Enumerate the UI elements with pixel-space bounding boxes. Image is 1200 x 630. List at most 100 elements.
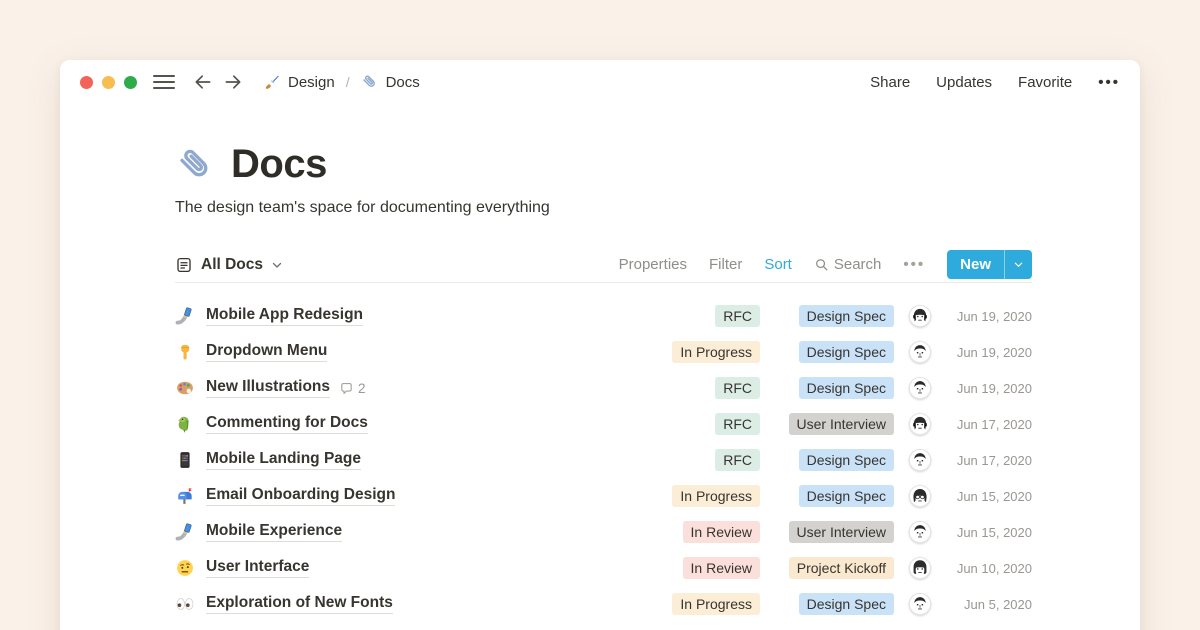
favorite-button[interactable]: Favorite bbox=[1018, 74, 1072, 91]
doc-title-link[interactable]: Commenting for Docs bbox=[206, 414, 368, 434]
table-row[interactable]: Exploration of New Fonts In Progress Desig… bbox=[175, 586, 1032, 622]
type-cell: Design Spec bbox=[772, 377, 894, 399]
top-nav: Share Updates Favorite ••• bbox=[870, 74, 1120, 91]
type-tag[interactable]: Design Spec bbox=[799, 341, 894, 363]
doc-title-cell: New Illustrations 2 bbox=[206, 378, 658, 398]
mobile-phone-icon bbox=[175, 450, 195, 470]
breadcrumb-item-design[interactable]: Design bbox=[288, 74, 335, 91]
status-tag[interactable]: In Review bbox=[683, 521, 760, 543]
properties-button[interactable]: Properties bbox=[619, 256, 687, 273]
doc-title-link[interactable]: Mobile Landing Page bbox=[206, 450, 361, 470]
table-row[interactable]: Commenting for Docs RFC User Interview Jun … bbox=[175, 406, 1032, 442]
share-button[interactable]: Share bbox=[870, 74, 910, 91]
type-tag[interactable]: User Interview bbox=[789, 413, 894, 435]
row-date: Jun 17, 2020 bbox=[946, 417, 1032, 432]
row-date: Jun 19, 2020 bbox=[946, 381, 1032, 396]
doc-list-icon bbox=[175, 256, 193, 274]
type-tag[interactable]: Design Spec bbox=[799, 593, 894, 615]
new-button[interactable]: New bbox=[947, 250, 1032, 279]
new-button-label[interactable]: New bbox=[947, 250, 1004, 279]
more-options-icon[interactable]: ••• bbox=[1098, 74, 1120, 91]
zoom-window-button[interactable] bbox=[124, 76, 137, 89]
selfie-icon bbox=[175, 522, 195, 542]
doc-title-link[interactable]: Mobile Experience bbox=[206, 522, 342, 542]
toolbar-more-icon[interactable]: ••• bbox=[903, 256, 925, 273]
doc-title-link[interactable]: User Interface bbox=[206, 558, 309, 578]
traffic-lights bbox=[80, 76, 137, 89]
type-cell: Design Spec bbox=[772, 449, 894, 471]
type-tag[interactable]: Project Kickoff bbox=[789, 557, 894, 579]
status-tag[interactable]: RFC bbox=[715, 305, 760, 327]
mailbox-icon bbox=[175, 486, 195, 506]
parrot-icon bbox=[175, 414, 195, 434]
type-tag[interactable]: User Interview bbox=[789, 521, 894, 543]
row-date: Jun 19, 2020 bbox=[946, 345, 1032, 360]
doc-title-link[interactable]: Dropdown Menu bbox=[206, 342, 327, 362]
row-date: Jun 19, 2020 bbox=[946, 309, 1032, 324]
type-cell: Design Spec bbox=[772, 341, 894, 363]
new-button-caret[interactable] bbox=[1004, 250, 1032, 279]
page-title: Docs bbox=[231, 142, 327, 187]
type-cell: Design Spec bbox=[772, 485, 894, 507]
minimize-window-button[interactable] bbox=[102, 76, 115, 89]
avatar-woman-headphones bbox=[909, 413, 931, 435]
status-tag[interactable]: RFC bbox=[715, 449, 760, 471]
updates-button[interactable]: Updates bbox=[936, 74, 992, 91]
doc-title-cell: Mobile Experience bbox=[206, 522, 658, 542]
table-row[interactable]: Dropdown Menu In Progress Design Spec Jun 1… bbox=[175, 334, 1032, 370]
status-tag[interactable]: RFC bbox=[715, 377, 760, 399]
type-tag[interactable]: Design Spec bbox=[799, 485, 894, 507]
breadcrumb: Design / Docs bbox=[263, 73, 420, 91]
status-cell: RFC bbox=[658, 377, 760, 399]
type-tag[interactable]: Design Spec bbox=[799, 377, 894, 399]
doc-title-link[interactable]: Email Onboarding Design bbox=[206, 486, 395, 506]
status-tag[interactable]: In Progress bbox=[672, 593, 760, 615]
table-row[interactable]: Mobile Experience In Review User Interview… bbox=[175, 514, 1032, 550]
table-row[interactable]: New Illustrations 2 RFC Design Spec Jun 19, … bbox=[175, 370, 1032, 406]
avatar-man bbox=[909, 521, 931, 543]
doc-title-link[interactable]: Exploration of New Fonts bbox=[206, 594, 393, 614]
status-cell: In Progress bbox=[658, 341, 760, 363]
breadcrumb-item-docs[interactable]: Docs bbox=[386, 74, 420, 91]
status-tag[interactable]: RFC bbox=[715, 413, 760, 435]
doc-title-cell: Exploration of New Fonts bbox=[206, 594, 658, 614]
avatar-man bbox=[909, 341, 931, 363]
doc-title-link[interactable]: New Illustrations bbox=[206, 378, 330, 398]
status-tag[interactable]: In Progress bbox=[672, 341, 760, 363]
type-tag[interactable]: Design Spec bbox=[799, 305, 894, 327]
back-arrow-icon[interactable] bbox=[193, 72, 213, 92]
status-cell: RFC bbox=[658, 305, 760, 327]
type-tag[interactable]: Design Spec bbox=[799, 449, 894, 471]
status-cell: In Review bbox=[658, 557, 760, 579]
doc-title-cell: Commenting for Docs bbox=[206, 414, 658, 434]
paperclip-icon bbox=[175, 144, 217, 186]
comment-count: 2 bbox=[339, 381, 366, 396]
docs-table: Mobile App Redesign RFC Design Spec Jun 19,… bbox=[175, 298, 1032, 622]
status-cell: In Review bbox=[658, 521, 760, 543]
search-button[interactable]: Search bbox=[814, 256, 882, 273]
close-window-button[interactable] bbox=[80, 76, 93, 89]
menu-icon[interactable] bbox=[153, 75, 175, 89]
forward-arrow-icon[interactable] bbox=[223, 72, 243, 92]
chevron-down-icon bbox=[1013, 259, 1024, 270]
search-icon bbox=[814, 257, 829, 272]
table-row[interactable]: Email Onboarding Design In Progress Design… bbox=[175, 478, 1032, 514]
avatar-man bbox=[909, 449, 931, 471]
table-row[interactable]: User InterfaceIn ReviewProject KickoffJu… bbox=[175, 550, 1032, 586]
sort-button[interactable]: Sort bbox=[764, 256, 792, 273]
status-tag[interactable]: In Progress bbox=[672, 485, 760, 507]
doc-title-cell: Dropdown Menu bbox=[206, 342, 658, 362]
status-tag[interactable]: In Review bbox=[683, 557, 760, 579]
status-cell: In Progress bbox=[658, 485, 760, 507]
window-header: Design / Docs Share Updates Favorite ••• bbox=[60, 60, 1140, 104]
chevron-down-icon bbox=[271, 259, 283, 271]
breadcrumb-separator: / bbox=[346, 74, 350, 90]
table-row[interactable]: Mobile Landing PageRFCDesign SpecJun 17,… bbox=[175, 442, 1032, 478]
filter-button[interactable]: Filter bbox=[709, 256, 742, 273]
toolbar-actions: Properties Filter Sort Search ••• New bbox=[619, 250, 1032, 279]
table-row[interactable]: Mobile App Redesign RFC Design Spec Jun 19,… bbox=[175, 298, 1032, 334]
doc-title-cell: User Interface bbox=[206, 558, 658, 578]
palette-icon bbox=[175, 378, 195, 398]
doc-title-link[interactable]: Mobile App Redesign bbox=[206, 306, 363, 326]
view-selector[interactable]: All Docs bbox=[175, 256, 283, 274]
